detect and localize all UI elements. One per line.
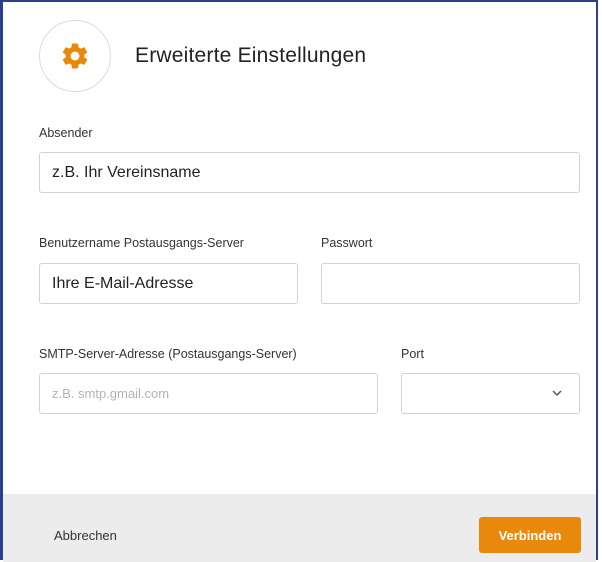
password-input[interactable] xyxy=(321,263,580,304)
chevron-down-icon xyxy=(552,390,562,397)
dialog-header: Erweiterte Einstellungen xyxy=(39,16,366,96)
sender-input[interactable]: z.B. Ihr Vereinsname xyxy=(39,152,580,193)
sender-input-value: z.B. Ihr Vereinsname xyxy=(52,163,201,181)
smtp-server-input[interactable] xyxy=(39,373,378,414)
smtp-user-label: Benutzername Postausgangs-Server xyxy=(39,236,244,250)
connect-button[interactable]: Verbinden xyxy=(479,517,581,553)
port-select[interactable] xyxy=(401,373,580,414)
gear-icon-badge xyxy=(39,20,111,92)
smtp-server-label: SMTP-Server-Adresse (Postausgangs-Server… xyxy=(39,347,297,361)
password-field[interactable] xyxy=(322,264,579,303)
cancel-button[interactable]: Abbrechen xyxy=(54,528,117,543)
dialog-footer: Abbrechen Verbinden xyxy=(3,494,596,562)
dialog-title: Erweiterte Einstellungen xyxy=(135,44,367,67)
smtp-user-input-value: Ihre E-Mail-Adresse xyxy=(52,274,194,292)
sender-label: Absender xyxy=(39,126,93,140)
gear-icon xyxy=(62,43,88,69)
password-label: Passwort xyxy=(321,236,373,250)
settings-dialog: Erweiterte Einstellungen Absender z.B. I… xyxy=(0,0,598,562)
smtp-user-input[interactable]: Ihre E-Mail-Adresse xyxy=(39,263,298,304)
port-label: Port xyxy=(401,347,424,361)
smtp-server-field[interactable] xyxy=(40,374,377,413)
